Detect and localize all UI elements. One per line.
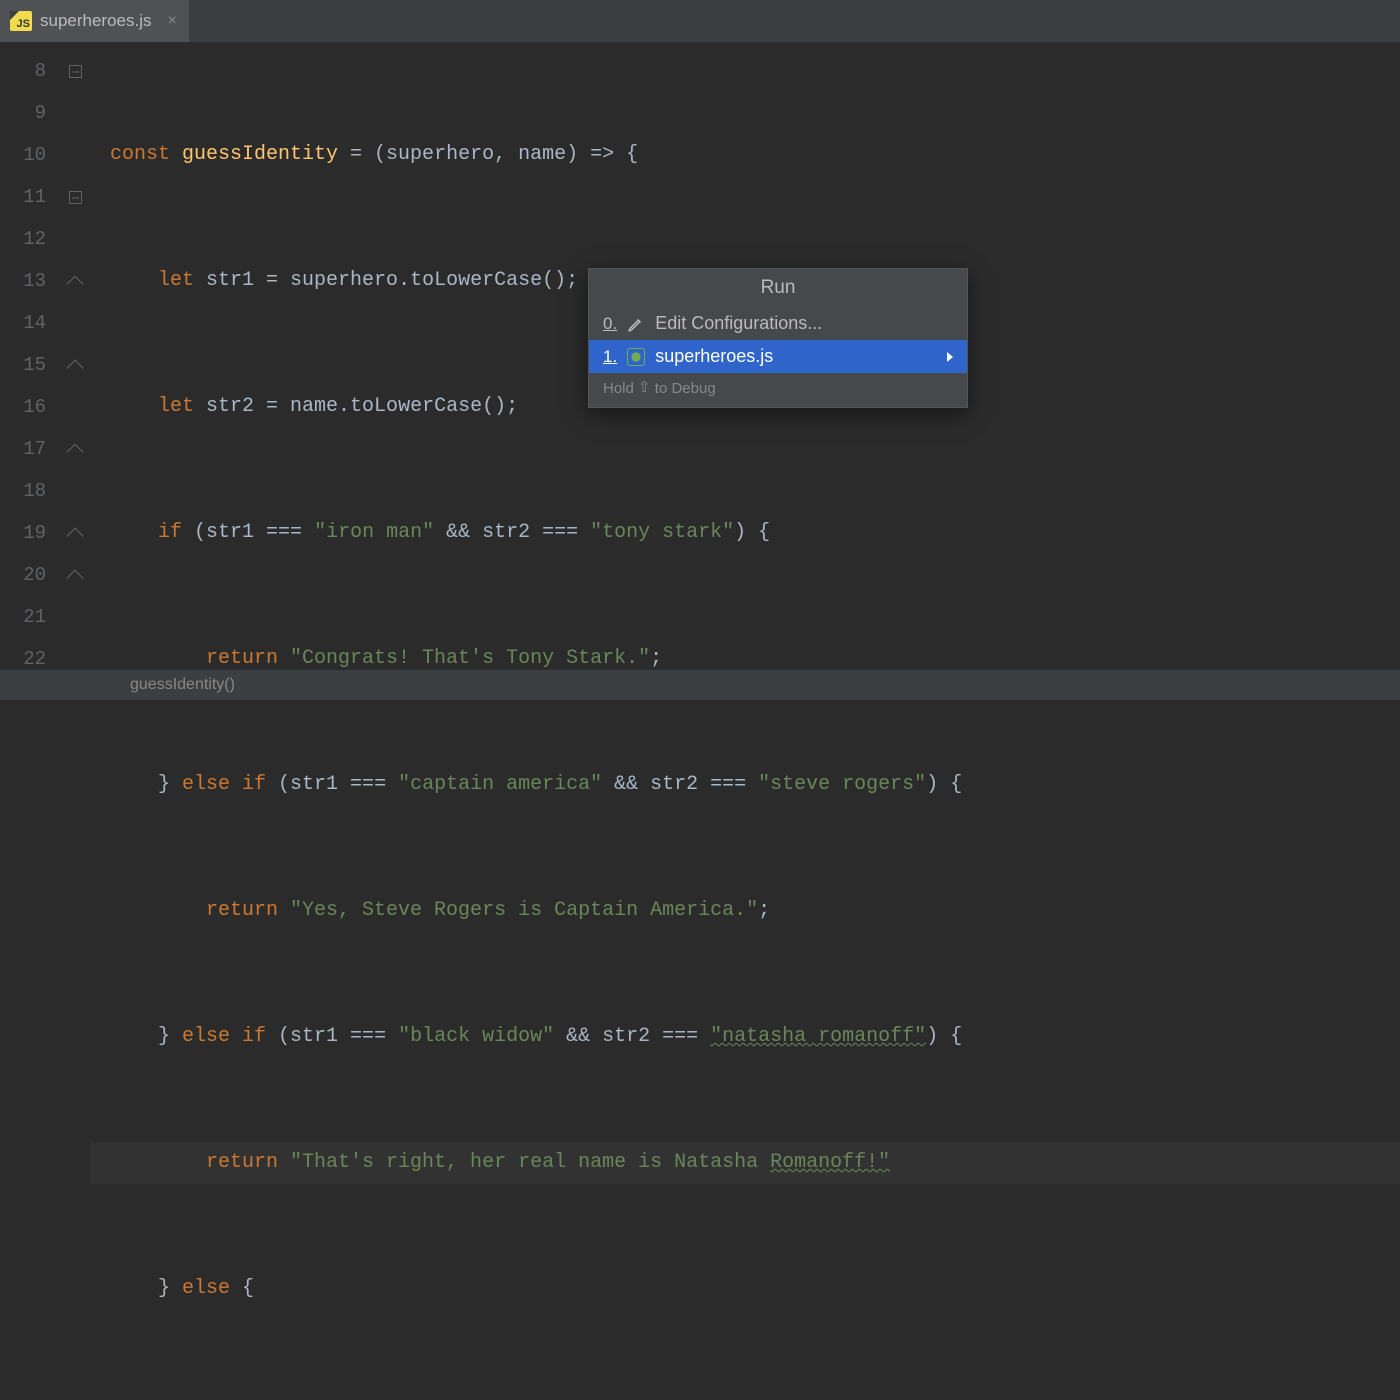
fold-end-icon[interactable] bbox=[67, 276, 84, 293]
file-tab[interactable]: JS superheroes.js × bbox=[0, 0, 189, 42]
code-line: } else { bbox=[90, 1268, 1400, 1310]
menu-item-label: superheroes.js bbox=[655, 346, 773, 367]
popup-hint: Hold ⇧ to Debug bbox=[589, 373, 967, 407]
menu-item-edit-configurations[interactable]: 0. Edit Configurations... bbox=[589, 307, 967, 340]
code-line: return "Congrats! That's Tony Stark."; bbox=[90, 638, 1400, 680]
fold-end-icon[interactable] bbox=[67, 360, 84, 377]
menu-item-shortcut: 1. bbox=[603, 347, 617, 367]
code-line: } else if (str1 === "black widow" && str… bbox=[90, 1016, 1400, 1058]
code-line-active: return "That's right, her real name is N… bbox=[90, 1142, 1400, 1184]
code-line: } else if (str1 === "captain america" &&… bbox=[90, 764, 1400, 806]
menu-item-shortcut: 0. bbox=[603, 314, 617, 334]
shift-key-icon: ⇧ bbox=[638, 378, 651, 396]
submenu-arrow-icon bbox=[947, 352, 953, 362]
code-line: return "Yes, Steve Rogers is Captain Ame… bbox=[90, 890, 1400, 932]
fold-collapse-icon[interactable] bbox=[69, 191, 82, 204]
menu-item-run-file[interactable]: 1. superheroes.js bbox=[589, 340, 967, 373]
tab-filename: superheroes.js bbox=[40, 11, 152, 31]
nodejs-icon bbox=[627, 348, 645, 366]
line-number-gutter: 8910 111213 141516 171819 202122 bbox=[0, 42, 60, 670]
fold-end-icon[interactable] bbox=[67, 528, 84, 545]
run-popup: Run 0. Edit Configurations... 1. superhe… bbox=[588, 268, 968, 408]
fold-end-icon[interactable] bbox=[67, 570, 84, 587]
pencil-icon bbox=[627, 315, 645, 333]
close-icon[interactable]: × bbox=[168, 12, 177, 30]
menu-item-label: Edit Configurations... bbox=[655, 313, 822, 334]
popup-title: Run bbox=[589, 269, 967, 307]
fold-collapse-icon[interactable] bbox=[69, 65, 82, 78]
js-file-icon: JS bbox=[10, 11, 32, 31]
tab-bar: JS superheroes.js × bbox=[0, 0, 1400, 42]
code-line: if (str1 === "iron man" && str2 === "ton… bbox=[90, 512, 1400, 554]
fold-gutter bbox=[60, 42, 90, 670]
code-line: const guessIdentity = (superhero, name) … bbox=[90, 134, 1400, 176]
code-line: return "You need to watch more Marvel mo… bbox=[90, 1394, 1400, 1400]
fold-end-icon[interactable] bbox=[67, 444, 84, 461]
